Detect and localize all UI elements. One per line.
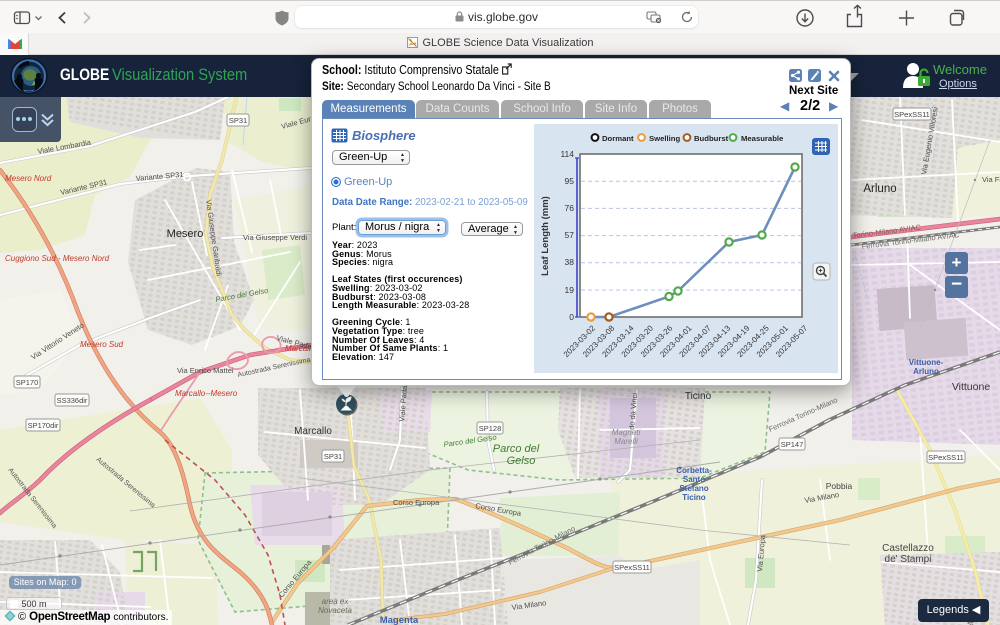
svg-text:Magenta: Magenta xyxy=(380,615,419,625)
svg-text:Mesero Sud: Mesero Sud xyxy=(80,340,124,349)
svg-text:SP128: SP128 xyxy=(479,424,502,433)
svg-text:Via Giuseppe Verdi: Via Giuseppe Verdi xyxy=(243,233,307,242)
svg-text:SP170dir: SP170dir xyxy=(28,421,59,430)
svg-text:Santo: Santo xyxy=(683,475,705,484)
svg-text:Via Enrico Mattei: Via Enrico Mattei xyxy=(177,366,234,375)
svg-text:Parco del: Parco del xyxy=(493,443,540,455)
svg-text:Arluno: Arluno xyxy=(863,183,896,195)
svg-text:95: 95 xyxy=(565,176,575,186)
svg-text:Marcallo--Mesero: Marcallo--Mesero xyxy=(175,389,238,398)
svg-text:SPexSS11: SPexSS11 xyxy=(894,110,930,119)
svg-text:Vittuone: Vittuone xyxy=(952,381,990,393)
svg-text:de' Stampi: de' Stampi xyxy=(885,554,932,565)
svg-text:Corso Europa: Corso Europa xyxy=(393,498,440,507)
svg-text:Via Fil: Via Fil xyxy=(982,175,1000,184)
svg-text:Cuggiono Sud - Mesero Nord: Cuggiono Sud - Mesero Nord xyxy=(5,254,110,263)
svg-text:57: 57 xyxy=(565,230,575,240)
svg-text:Swelling: Swelling xyxy=(649,134,680,143)
svg-text:Mesero: Mesero xyxy=(167,228,204,240)
svg-text:Gelso: Gelso xyxy=(507,455,536,467)
svg-text:Ticino: Ticino xyxy=(685,391,712,402)
svg-text:SPexSS11: SPexSS11 xyxy=(928,453,964,462)
svg-text:Marcallo: Marcallo xyxy=(294,426,332,437)
svg-text:Dormant: Dormant xyxy=(602,134,634,143)
svg-text:SP147: SP147 xyxy=(781,440,804,449)
svg-text:Budburst: Budburst xyxy=(694,134,729,143)
svg-text:19: 19 xyxy=(565,285,575,295)
svg-text:SPexSS11: SPexSS11 xyxy=(614,563,650,572)
svg-text:SP31: SP31 xyxy=(324,452,342,461)
svg-text:Measurable: Measurable xyxy=(741,134,784,143)
svg-text:Mesero Nord: Mesero Nord xyxy=(5,174,52,183)
svg-text:0: 0 xyxy=(569,312,574,322)
svg-text:Ticino: Ticino xyxy=(682,493,706,502)
svg-text:Novaceta: Novaceta xyxy=(318,606,352,615)
svg-text:SS336dir: SS336dir xyxy=(57,396,88,405)
svg-text:Corbetta-: Corbetta- xyxy=(676,466,712,475)
svg-text:area ex: area ex xyxy=(322,597,350,606)
svg-text:Pobbia: Pobbia xyxy=(826,481,853,491)
svg-text:Vittuone-: Vittuone- xyxy=(909,358,944,367)
svg-text:Castellazzo: Castellazzo xyxy=(882,543,934,554)
svg-text:114: 114 xyxy=(560,149,574,159)
svg-text:Leaf Length (mm): Leaf Length (mm) xyxy=(540,196,551,276)
svg-text:Stefano: Stefano xyxy=(679,484,708,493)
svg-text:Arluno: Arluno xyxy=(913,367,939,376)
svg-text:38: 38 xyxy=(565,257,575,267)
svg-text:76: 76 xyxy=(565,203,575,213)
svg-text:SP170: SP170 xyxy=(16,378,39,387)
svg-text:Marelli: Marelli xyxy=(614,437,638,446)
svg-text:SP31: SP31 xyxy=(229,116,247,125)
